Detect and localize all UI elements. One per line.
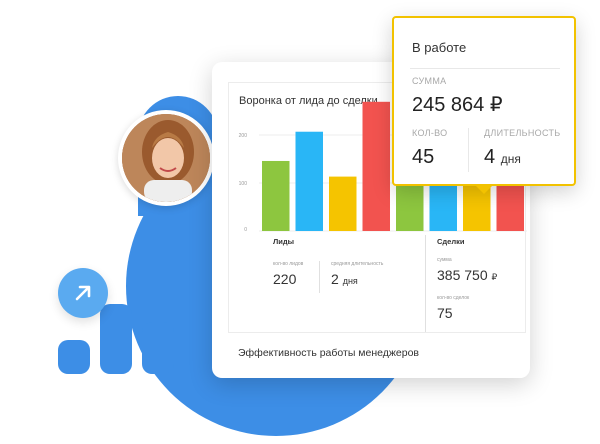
deals-title: Сделки <box>437 237 465 246</box>
funnel-bar[interactable] <box>295 131 324 231</box>
avatar <box>118 110 214 206</box>
leads-duration-value: 2 дня <box>331 271 358 287</box>
tooltip-sum-value: 245 864 ₽ <box>412 94 503 116</box>
funnel-bar[interactable] <box>329 176 357 231</box>
tooltip-pointer <box>474 184 494 194</box>
deals-sum-label: сумма <box>437 257 452 263</box>
tooltip-count-value: 45 <box>412 146 435 168</box>
tooltip-duration-label: ДЛИТЕЛЬНОСТЬ <box>484 128 561 138</box>
divider <box>410 68 560 69</box>
tooltip-count-label: КОЛ-ВО <box>412 128 448 138</box>
tooltip-title: В работе <box>412 40 467 55</box>
leads-stats: Лиды <box>273 237 294 246</box>
leads-count-value: 220 <box>273 271 297 287</box>
deals-sum-value: 385 750 ₽ <box>437 267 498 283</box>
deals-count-value: 75 <box>437 305 453 321</box>
leads-count-label: кол-во лидов <box>273 261 304 267</box>
leads-duration-label: средняя длительность <box>331 261 384 267</box>
deals-count-label: кол-во сделок <box>437 295 470 301</box>
divider <box>468 128 469 172</box>
tooltip-duration-value: 4 дня <box>484 146 521 168</box>
tooltip-sum-label: СУММА <box>412 76 447 86</box>
managers-title: Эффективность работы менеджеров <box>238 347 420 359</box>
tooltip-in-progress: В работе СУММА 245 864 ₽ КОЛ-ВО 45 ДЛИТЕ… <box>392 16 576 186</box>
managers-panel[interactable]: Эффективность работы менеджеров <box>228 332 526 378</box>
deals-stats: Сделки <box>437 237 464 246</box>
funnel-bar[interactable] <box>362 101 391 231</box>
funnel-bar[interactable] <box>262 160 290 231</box>
leads-title: Лиды <box>273 237 295 246</box>
arrow-up-right-icon <box>58 268 108 318</box>
